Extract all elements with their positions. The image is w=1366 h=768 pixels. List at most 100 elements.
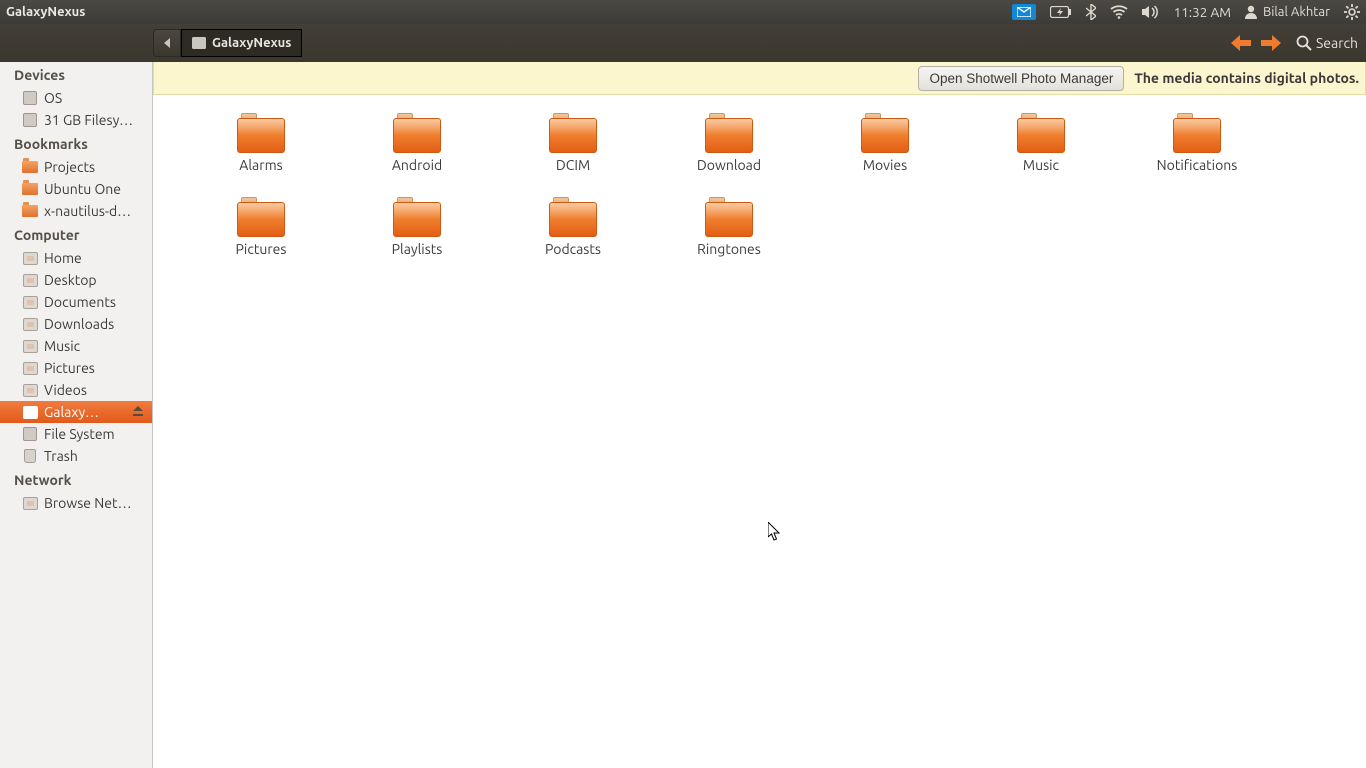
sidebar-item-label: Browse Net… [44,495,132,511]
sidebar-item-x-nautilus-d-[interactable]: x-nautilus-d… [0,200,152,222]
folder-icon [22,181,38,197]
folder-label: Alarms [239,157,282,173]
sidebar-item-label: Pictures [44,360,95,376]
shotwell-button[interactable]: Open Shotwell Photo Manager [918,66,1124,91]
sidebar-item-pictures[interactable]: Pictures [0,357,152,379]
folder-label: DCIM [556,157,590,173]
messaging-indicator[interactable] [1012,4,1036,20]
folder-music[interactable]: Music [963,113,1119,197]
sidebar-heading: Bookmarks [0,131,152,156]
folder-notifications[interactable]: Notifications [1119,113,1275,197]
folder-icon [393,197,441,237]
disk-icon [22,112,38,128]
icon-view[interactable]: Alarms Android DCIM Download Movies Music Noti… [153,95,1366,768]
special-icon [22,316,38,332]
folder-alarms[interactable]: Alarms [183,113,339,197]
sidebar-item-label: 31 GB Filesy… [44,112,133,128]
sidebar-item-desktop[interactable]: Desktop [0,269,152,291]
sidebar-item-label: Ubuntu One [44,181,121,197]
search-label: Search [1316,35,1358,51]
breadcrumb-label: GalaxyNexus [212,36,291,50]
battery-icon [1050,6,1072,18]
folder-label: Android [392,157,442,173]
sidebar-item-galaxy-[interactable]: Galaxy… [0,401,152,423]
disk-icon [22,90,38,106]
sidebar-item-browse-net-[interactable]: Browse Net… [0,492,152,514]
folder-icon [22,203,38,219]
sidebar-heading: Devices [0,62,152,87]
folder-movies[interactable]: Movies [807,113,963,197]
eject-icon[interactable] [132,404,144,420]
folder-icon [861,113,909,153]
folder-download[interactable]: Download [651,113,807,197]
info-bar: Open Shotwell Photo Manager The media co… [153,62,1366,95]
toolbar: GalaxyNexus Search [0,24,1366,62]
sidebar-heading: Network [0,467,152,492]
folder-icon [705,113,753,153]
bluetooth-indicator[interactable] [1086,4,1096,20]
folder-android[interactable]: Android [339,113,495,197]
window-title: GalaxyNexus [6,5,85,19]
special-icon [22,382,38,398]
sidebar-item-file-system[interactable]: File System [0,423,152,445]
user-icon [1245,5,1257,19]
network-indicator[interactable] [1110,5,1128,19]
sidebar-item-documents[interactable]: Documents [0,291,152,313]
sidebar-item-label: Videos [44,382,87,398]
special-icon [22,338,38,354]
folder-icon [1173,113,1221,153]
sidebar-item-ubuntu-one[interactable]: Ubuntu One [0,178,152,200]
folder-icon [705,197,753,237]
top-panel: GalaxyNexus 11:32 AM Bilal Akhtar [0,0,1366,24]
folder-label: Ringtones [697,241,761,257]
sound-indicator[interactable] [1142,5,1160,19]
path-back-button[interactable] [153,29,181,57]
folder-icon [549,113,597,153]
folder-podcasts[interactable]: Podcasts [495,197,651,281]
special-icon [22,360,38,376]
sidebar-item-label: OS [44,90,62,106]
folder-label: Movies [863,157,907,173]
workspace: Devices OS 31 GB Filesy… BookmarksProjects U… [0,24,1366,768]
location-breadcrumb[interactable]: GalaxyNexus [181,29,302,57]
folder-ringtones[interactable]: Ringtones [651,197,807,281]
battery-indicator[interactable] [1050,6,1072,18]
folder-label: Pictures [236,241,287,257]
user-menu[interactable]: Bilal Akhtar [1245,5,1330,19]
search-icon [1296,35,1312,51]
device-icon [192,37,206,49]
folder-dcim[interactable]: DCIM [495,113,651,197]
folder-icon [549,197,597,237]
nav-forward-button[interactable] [1261,35,1281,51]
special-icon [22,250,38,266]
sidebar-item-projects[interactable]: Projects [0,156,152,178]
folder-pictures[interactable]: Pictures [183,197,339,281]
folder-playlists[interactable]: Playlists [339,197,495,281]
folder-icon [1017,113,1065,153]
sidebar-item-label: File System [44,426,115,442]
sidebar-item-music[interactable]: Music [0,335,152,357]
sidebar-heading: Computer [0,222,152,247]
system-menu[interactable] [1344,4,1360,20]
clock[interactable]: 11:32 AM [1174,4,1231,20]
sidebar-item-label: x-nautilus-d… [44,203,131,219]
folder-icon [237,113,285,153]
folder-label: Playlists [392,241,443,257]
sidebar-item-home[interactable]: Home [0,247,152,269]
sidebar-item-label: Downloads [44,316,114,332]
sidebar-item-31-gb-filesy-[interactable]: 31 GB Filesy… [0,109,152,131]
triangle-left-icon [163,38,171,48]
sidebar-item-os[interactable]: OS [0,87,152,109]
sidebar-item-videos[interactable]: Videos [0,379,152,401]
sidebar-item-trash[interactable]: Trash [0,445,152,467]
sidebar-item-downloads[interactable]: Downloads [0,313,152,335]
folder-label: Music [1023,157,1059,173]
sidebar-item-label: Desktop [44,272,97,288]
user-name: Bilal Akhtar [1263,5,1330,19]
search-button[interactable]: Search [1296,35,1358,51]
nav-back-button[interactable] [1231,35,1251,51]
bluetooth-icon [1086,4,1096,20]
content-pane: Open Shotwell Photo Manager The media co… [153,24,1366,768]
arrow-left-icon [1231,35,1251,51]
special-icon [22,495,38,511]
